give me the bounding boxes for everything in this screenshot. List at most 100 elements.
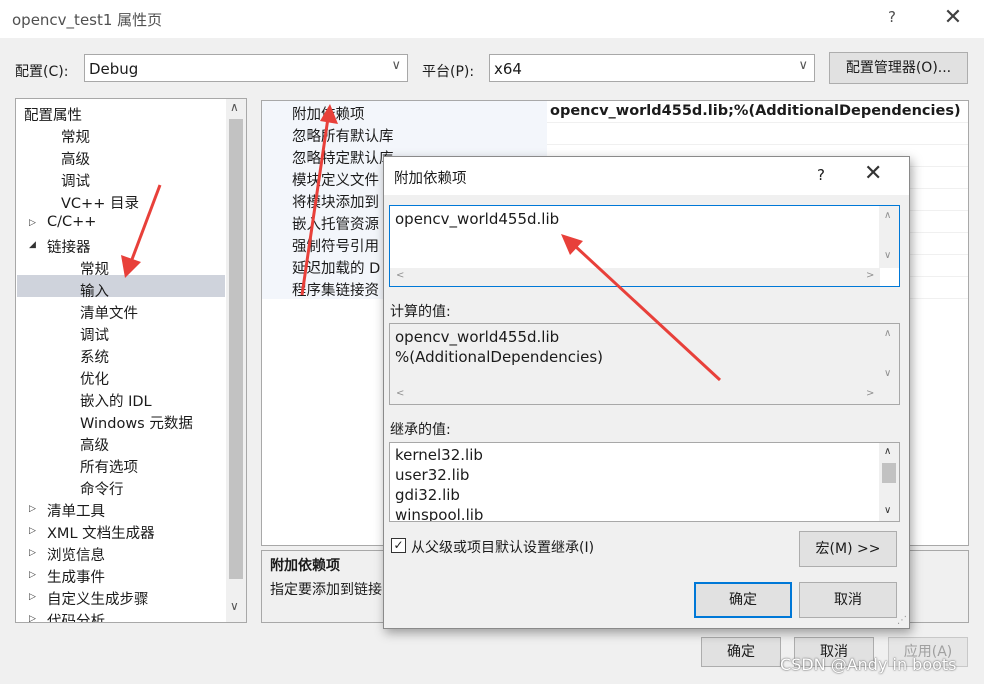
tree-item-label: 常规 bbox=[61, 130, 90, 146]
inherited-vscroll[interactable]: ∧ ∨ bbox=[879, 443, 899, 521]
collapsed-arrow-icon[interactable]: ▷ bbox=[29, 570, 36, 580]
tree-item[interactable]: ▷ 浏览信息 bbox=[16, 543, 224, 565]
textarea-vscroll[interactable]: ∧ ∨ bbox=[879, 206, 899, 268]
scroll-up-icon[interactable]: ∧ bbox=[884, 446, 891, 457]
tree-item-label: 浏览信息 bbox=[47, 548, 105, 564]
dialog-close-icon[interactable]: ✕ bbox=[864, 161, 882, 186]
tree-item-label: 高级 bbox=[80, 438, 109, 454]
dialog-cancel-button[interactable]: 取消 bbox=[799, 582, 897, 618]
textarea-hscroll[interactable]: < > bbox=[390, 268, 880, 286]
tree-item[interactable]: 输入 bbox=[16, 279, 224, 301]
scroll-right-icon[interactable]: > bbox=[866, 388, 874, 399]
tree-item-label: 配置属性 bbox=[24, 108, 82, 124]
property-name-cell: 忽略所有默认库 bbox=[262, 123, 547, 145]
property-row[interactable]: 忽略所有默认库 bbox=[262, 123, 968, 145]
expanded-arrow-icon[interactable]: ◢ bbox=[29, 240, 36, 250]
tree-item-label: XML 文档生成器 bbox=[47, 526, 155, 542]
macro-button[interactable]: 宏(M) >> bbox=[799, 531, 897, 567]
tree-item-label: 输入 bbox=[80, 284, 109, 300]
config-select[interactable]: Debug ∨ bbox=[84, 54, 408, 82]
property-name: 延迟加载的 D bbox=[292, 261, 381, 277]
computed-values-box: opencv_world455d.lib %(AdditionalDepende… bbox=[389, 323, 900, 405]
tree-item[interactable]: ▷ 生成事件 bbox=[16, 565, 224, 587]
close-icon[interactable]: ✕ bbox=[938, 4, 968, 34]
tree-item[interactable]: 优化 bbox=[16, 367, 224, 389]
tree-item[interactable]: 嵌入的 IDL bbox=[16, 389, 224, 411]
tree-item-label: VC++ 目录 bbox=[61, 196, 139, 212]
inherited-line: gdi32.lib bbox=[395, 486, 460, 504]
tree-item-label: 高级 bbox=[61, 152, 90, 168]
inherit-checkbox-label[interactable]: 从父级或项目默认设置继承(I) bbox=[411, 537, 594, 557]
collapsed-arrow-icon[interactable]: ▷ bbox=[29, 548, 36, 558]
collapsed-arrow-icon[interactable]: ▷ bbox=[29, 526, 36, 536]
tree-item[interactable]: 清单文件 bbox=[16, 301, 224, 323]
tree-item[interactable]: 调试 bbox=[16, 169, 224, 191]
scroll-left-icon[interactable]: < bbox=[396, 270, 404, 281]
tree-item[interactable]: ▷ 清单工具 bbox=[16, 499, 224, 521]
collapsed-arrow-icon[interactable]: ▷ bbox=[29, 504, 36, 514]
scroll-down-icon[interactable]: ∨ bbox=[884, 505, 891, 516]
description-text: 指定要添加到链接 bbox=[270, 582, 382, 598]
scroll-down-icon[interactable]: ∨ bbox=[884, 250, 891, 261]
tree-item[interactable]: ▷ 代码分析 bbox=[16, 609, 224, 622]
computed-vscroll[interactable]: ∧ ∨ bbox=[879, 324, 899, 386]
tree-item[interactable]: 常规 bbox=[16, 125, 224, 147]
collapsed-arrow-icon[interactable]: ▷ bbox=[29, 592, 36, 602]
footer-ok-button[interactable]: 确定 bbox=[701, 637, 781, 667]
title-bar: opencv_test1 属性页 ? ✕ bbox=[0, 0, 984, 38]
tree-item-label: 清单工具 bbox=[47, 504, 105, 520]
tree-item[interactable]: 高级 bbox=[16, 433, 224, 455]
inherited-line: kernel32.lib bbox=[395, 446, 483, 464]
property-name-cell: 附加依赖项 bbox=[262, 101, 547, 123]
resize-grip-icon[interactable]: ⋰ bbox=[897, 615, 907, 626]
collapsed-arrow-icon[interactable]: ▷ bbox=[29, 614, 36, 622]
scroll-thumb[interactable] bbox=[229, 119, 243, 579]
tree-item[interactable]: 调试 bbox=[16, 323, 224, 345]
help-icon[interactable]: ? bbox=[888, 8, 896, 26]
tree-item-label: 嵌入的 IDL bbox=[80, 394, 152, 410]
tree-item-label: 清单文件 bbox=[80, 306, 138, 322]
inherit-checkbox[interactable]: ✓ bbox=[391, 538, 406, 553]
tree-item[interactable]: 高级 bbox=[16, 147, 224, 169]
inherited-line: user32.lib bbox=[395, 466, 470, 484]
property-row[interactable]: 附加依赖项 opencv_world455d.lib;%(AdditionalDe… bbox=[262, 101, 968, 123]
scroll-up-icon[interactable]: ∧ bbox=[884, 210, 891, 221]
dependencies-textarea[interactable]: opencv_world455d.lib ∧ ∨ < > bbox=[389, 205, 900, 287]
tree-item[interactable]: VC++ 目录 bbox=[16, 191, 224, 213]
tree-item-label: 链接器 bbox=[47, 240, 91, 256]
scroll-down-icon[interactable]: ∨ bbox=[884, 368, 891, 379]
tree-item[interactable]: ◢配置属性 bbox=[16, 103, 224, 125]
scroll-down-icon[interactable]: ∨ bbox=[230, 599, 239, 613]
dialog-title: 附加依赖项 bbox=[394, 171, 467, 187]
tree-item[interactable]: ◢ 链接器 bbox=[16, 235, 224, 257]
computed-line: opencv_world455d.lib bbox=[395, 328, 560, 346]
computed-hscroll[interactable]: < > bbox=[390, 386, 880, 404]
additional-dependencies-dialog: 附加依赖项 ? ✕ opencv_world455d.lib ∧ ∨ < > 计… bbox=[383, 156, 910, 629]
tree-item[interactable]: ▷ C/C++ bbox=[16, 213, 224, 235]
tree-item[interactable]: 常规 bbox=[16, 257, 224, 279]
watermark: CSDN @Andy in boots bbox=[780, 655, 957, 674]
tree-item[interactable]: 命令行 bbox=[16, 477, 224, 499]
property-name: 忽略特定默认库 bbox=[292, 151, 394, 167]
tree-item[interactable]: 系统 bbox=[16, 345, 224, 367]
scroll-left-icon[interactable]: < bbox=[396, 388, 404, 399]
tree-item[interactable]: ▷ XML 文档生成器 bbox=[16, 521, 224, 543]
tree-item[interactable]: 所有选项 bbox=[16, 455, 224, 477]
tree-scrollbar[interactable]: ∧ ∨ bbox=[226, 99, 246, 622]
config-manager-button[interactable]: 配置管理器(O)... bbox=[829, 52, 968, 84]
tree-item-label: 系统 bbox=[80, 350, 109, 366]
scroll-right-icon[interactable]: > bbox=[866, 270, 874, 281]
property-name: 程序集链接资 bbox=[292, 283, 379, 299]
tree-item-label: 自定义生成步骤 bbox=[47, 592, 149, 608]
collapsed-arrow-icon[interactable]: ▷ bbox=[29, 218, 36, 228]
chevron-down-icon: ∨ bbox=[391, 58, 401, 73]
scroll-up-icon[interactable]: ∧ bbox=[230, 100, 239, 114]
platform-select[interactable]: x64 ∨ bbox=[489, 54, 815, 82]
tree-item[interactable]: ▷ 自定义生成步骤 bbox=[16, 587, 224, 609]
scroll-up-icon[interactable]: ∧ bbox=[884, 328, 891, 339]
scroll-thumb[interactable] bbox=[882, 463, 896, 483]
tree-item-label: 优化 bbox=[80, 372, 109, 388]
tree-item[interactable]: Windows 元数据 bbox=[16, 411, 224, 433]
dialog-ok-button[interactable]: 确定 bbox=[694, 582, 792, 618]
dialog-help-icon[interactable]: ? bbox=[817, 166, 825, 184]
